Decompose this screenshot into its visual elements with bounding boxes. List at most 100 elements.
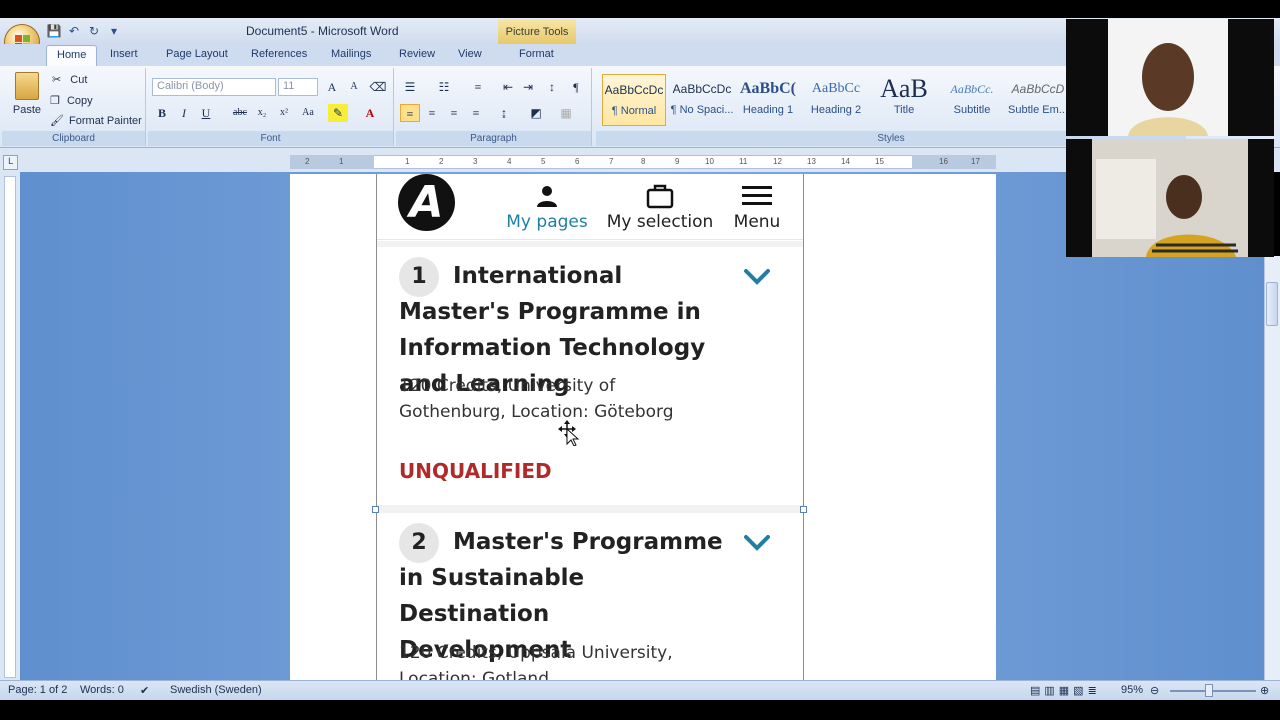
- nav-my-selection: My selection: [603, 180, 717, 232]
- save-icon[interactable]: 💾: [46, 24, 62, 38]
- underline-icon[interactable]: U: [196, 104, 216, 122]
- style-name: Heading 2: [810, 104, 862, 116]
- style-normal[interactable]: AaBbCcDc ¶ Normal: [602, 74, 666, 126]
- webcam-video: [1066, 139, 1274, 257]
- strikethrough-icon[interactable]: abc: [230, 104, 250, 122]
- style-name: ¶ No Spaci...: [670, 104, 734, 116]
- style-heading-1[interactable]: AaBbC( Heading 1: [736, 74, 800, 126]
- customize-qat-icon[interactable]: ▾: [106, 24, 122, 38]
- resize-handle[interactable]: [372, 506, 379, 513]
- redo-icon[interactable]: ↻: [86, 24, 102, 38]
- ruler-tick: 15: [875, 157, 884, 166]
- align-right-icon[interactable]: ≡: [444, 104, 464, 122]
- font-name-combo[interactable]: Calibri (Body): [152, 78, 276, 96]
- paragraph-group-label: Paragraph: [396, 131, 591, 146]
- scissors-icon: ✂: [52, 74, 62, 86]
- shading-icon[interactable]: ◩: [526, 104, 546, 122]
- zoom-level[interactable]: 95%: [1121, 684, 1143, 696]
- superscript-icon[interactable]: x²: [274, 104, 294, 122]
- format-painter-button[interactable]: 🖌 Format Painter: [50, 114, 142, 127]
- grow-font-icon[interactable]: A: [322, 78, 342, 96]
- tab-view[interactable]: View: [458, 48, 482, 60]
- sort-icon[interactable]: ↕: [542, 78, 562, 96]
- decrease-indent-icon[interactable]: ⇤: [498, 78, 518, 96]
- subscript-icon[interactable]: x₂: [252, 104, 272, 122]
- numbering-icon[interactable]: ☷: [434, 78, 454, 96]
- align-left-icon[interactable]: ≡: [400, 104, 420, 122]
- tab-review[interactable]: Review: [399, 48, 435, 60]
- style-subtle-emphasis[interactable]: AaBbCcD Subtle Em...: [1006, 74, 1070, 126]
- font-color-icon[interactable]: A: [360, 104, 380, 122]
- ruler-tick: 12: [773, 157, 782, 166]
- page-count[interactable]: Page: 1 of 2: [8, 684, 67, 696]
- resize-handle[interactable]: [800, 506, 807, 513]
- move-cursor-icon: [558, 420, 580, 446]
- vertical-ruler-strip[interactable]: [4, 176, 16, 678]
- copy-button[interactable]: ❐ Copy: [50, 94, 93, 107]
- tab-references[interactable]: References: [251, 48, 307, 60]
- view-buttons[interactable]: ▤▥▦▧≣: [1030, 684, 1101, 697]
- cut-button[interactable]: ✂ Cut: [52, 73, 87, 86]
- proofing-icon[interactable]: ✔: [140, 684, 149, 697]
- style-preview: AaBbCcD: [1011, 82, 1065, 96]
- style-title[interactable]: AaB Title: [872, 74, 936, 126]
- ruler-tick: 13: [807, 157, 816, 166]
- highlight-icon[interactable]: ✎: [328, 104, 348, 122]
- line-spacing-icon[interactable]: ↨: [494, 104, 514, 122]
- clear-formatting-icon[interactable]: ⌫: [368, 78, 388, 96]
- style-name: Subtle Em...: [1008, 104, 1068, 116]
- font-size-combo[interactable]: 11: [278, 78, 318, 96]
- undo-icon[interactable]: ↶: [66, 24, 82, 38]
- bullets-icon[interactable]: ☰: [400, 78, 420, 96]
- language[interactable]: Swedish (Sweden): [170, 684, 262, 696]
- style-subtitle[interactable]: AaBbCc. Subtitle: [940, 74, 1004, 126]
- zoom-slider[interactable]: [1170, 690, 1256, 692]
- paste-label: Paste: [12, 104, 42, 116]
- change-case-icon[interactable]: Aa: [298, 104, 318, 122]
- zoom-in-icon[interactable]: ⊕: [1260, 684, 1269, 697]
- clipboard-group-label: Clipboard: [2, 131, 145, 146]
- bold-icon[interactable]: B: [152, 104, 172, 122]
- status-badge: UNQUALIFIED: [399, 459, 552, 483]
- status-bar: Page: 1 of 2 Words: 0 ✔ Swedish (Sweden)…: [0, 680, 1280, 700]
- embedded-picture[interactable]: A My pages My selection Menu 1 Internati…: [376, 174, 804, 680]
- word-count[interactable]: Words: 0: [80, 684, 124, 696]
- tab-mailings[interactable]: Mailings: [331, 48, 371, 60]
- picture-tools-context-tab: Picture Tools: [498, 19, 576, 44]
- style-heading-2[interactable]: AaBbCc Heading 2: [804, 74, 868, 126]
- style-preview: AaB: [880, 74, 928, 103]
- increase-indent-icon[interactable]: ⇥: [518, 78, 538, 96]
- borders-icon[interactable]: ▦: [556, 104, 576, 122]
- style-no-spacing[interactable]: AaBbCcDc ¶ No Spaci...: [670, 74, 734, 126]
- paste-button[interactable]: Paste: [10, 72, 44, 122]
- multilevel-list-icon[interactable]: ≡: [468, 78, 488, 96]
- scrollbar-thumb[interactable]: [1266, 282, 1278, 326]
- ruler-tick: 9: [675, 157, 680, 166]
- italic-icon[interactable]: I: [174, 104, 194, 122]
- ruler-tick: 16: [939, 157, 948, 166]
- tab-format[interactable]: Format: [519, 48, 554, 60]
- shrink-font-icon[interactable]: A: [344, 78, 364, 96]
- programme-card-1: 1 International Master's Programme in In…: [385, 247, 797, 505]
- style-preview: AaBbCcDc: [604, 83, 664, 97]
- nav-my-selection-label: My selection: [606, 212, 714, 232]
- ruler-right-margin: [912, 155, 996, 169]
- chevron-down-icon: [744, 269, 770, 285]
- pilcrow-icon[interactable]: ¶: [566, 78, 586, 96]
- ruler-tick: 1: [405, 157, 410, 166]
- tab-selector-icon[interactable]: L: [3, 155, 18, 170]
- tab-insert[interactable]: Insert: [110, 48, 138, 60]
- justify-icon[interactable]: ≡: [466, 104, 486, 122]
- style-name: ¶ Normal: [611, 105, 657, 117]
- align-center-icon[interactable]: ≡: [422, 104, 442, 122]
- ruler-tick: 2: [305, 157, 310, 166]
- cut-label: Cut: [70, 74, 88, 86]
- tab-home[interactable]: Home: [46, 45, 98, 67]
- zoom-out-icon[interactable]: ⊖: [1150, 684, 1159, 697]
- screen: 💾 ↶ ↻ ▾ Document5 - Microsoft Word Pictu…: [0, 0, 1280, 720]
- webcam-video: [1066, 19, 1274, 136]
- style-preview: AaBbC(: [739, 80, 796, 97]
- tab-page-layout[interactable]: Page Layout: [166, 48, 228, 60]
- zoom-slider-thumb[interactable]: [1205, 684, 1213, 697]
- nav-my-pages: My pages: [505, 180, 589, 232]
